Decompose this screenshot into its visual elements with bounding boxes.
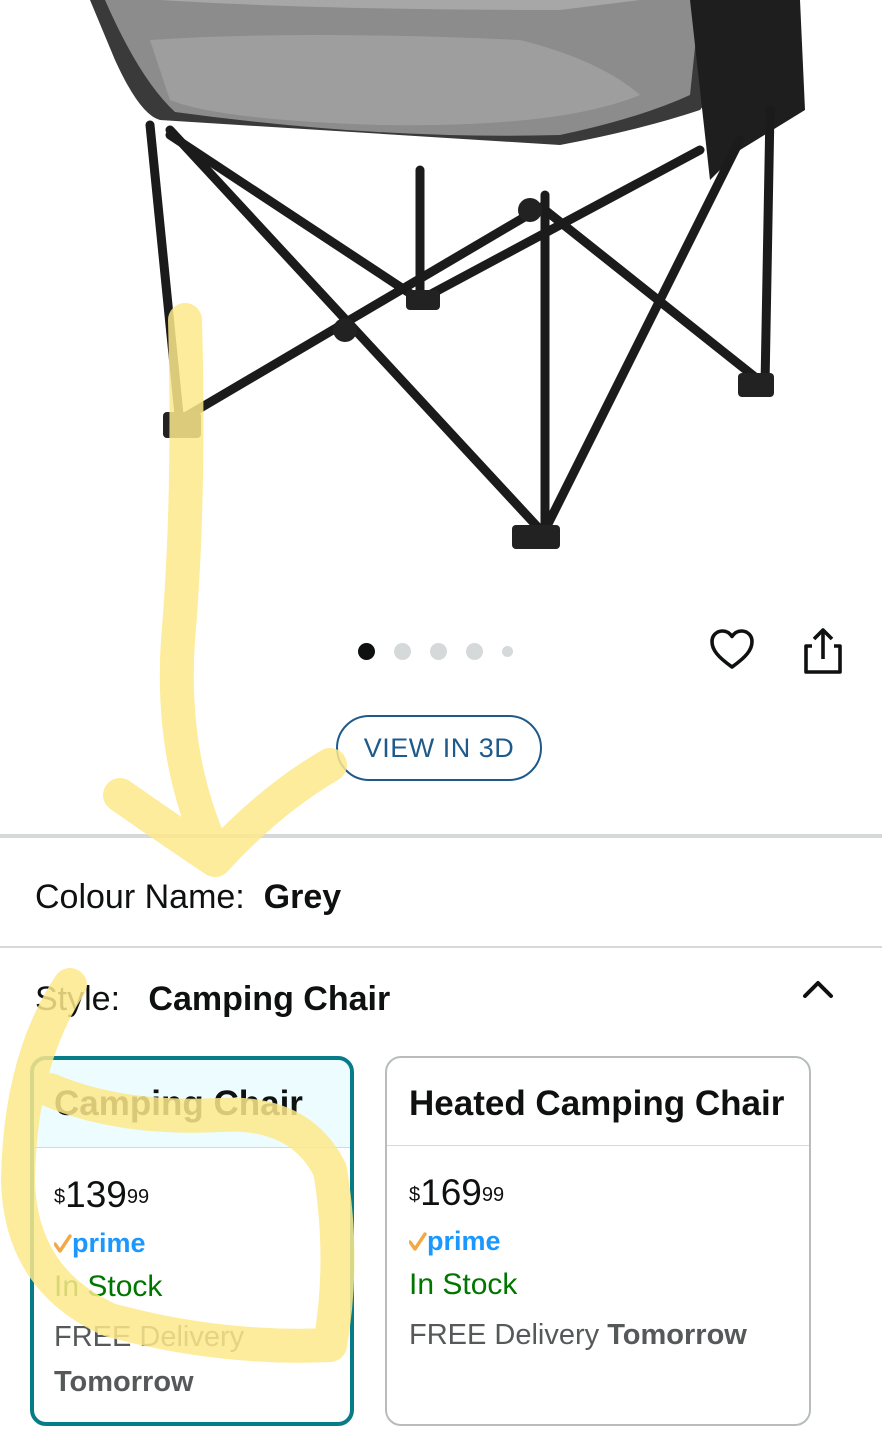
share-button[interactable] xyxy=(800,626,846,676)
price-fraction: 99 xyxy=(481,1184,505,1206)
product-image[interactable] xyxy=(0,0,882,620)
share-icon xyxy=(804,628,842,674)
style-option-card-camping-chair[interactable]: Camping Chair $13999 prime In Stock FREE… xyxy=(30,1056,354,1426)
delivery-day: Tomorrow xyxy=(607,1319,747,1351)
delivery-day: Tomorrow xyxy=(54,1366,194,1398)
price-whole: 169 xyxy=(420,1172,482,1213)
colour-label: Colour Name: xyxy=(35,878,245,916)
price-whole: 139 xyxy=(65,1174,127,1215)
collapse-style-button[interactable] xyxy=(800,975,836,1008)
prime-badge: prime xyxy=(53,1228,350,1260)
stock-status: In Stock xyxy=(409,1268,518,1301)
style-row[interactable]: Style: Camping Chair xyxy=(35,980,390,1019)
delivery-text: FREE Delivery xyxy=(54,1321,245,1353)
carousel-dot[interactable] xyxy=(502,645,513,657)
delivery-info: FREE Delivery Tomorrow xyxy=(409,1313,809,1358)
prime-check-icon xyxy=(408,1232,427,1251)
prime-text: prime xyxy=(427,1228,501,1256)
price-currency: $ xyxy=(409,1184,421,1206)
style-option-card-heated-camping-chair[interactable]: Heated Camping Chair $16999 prime In Sto… xyxy=(385,1056,811,1426)
price-currency: $ xyxy=(54,1186,66,1208)
prime-text: prime xyxy=(72,1230,146,1258)
prime-check-icon xyxy=(53,1234,72,1253)
carousel-dot[interactable] xyxy=(466,642,483,660)
view-in-3d-button[interactable]: VIEW IN 3D xyxy=(336,715,542,781)
style-label: Style: xyxy=(35,980,121,1018)
wishlist-button[interactable] xyxy=(708,626,756,674)
delivery-text: FREE Delivery xyxy=(409,1319,600,1351)
colour-row: Colour Name: Grey xyxy=(35,878,341,917)
option-title: Heated Camping Chair xyxy=(387,1058,809,1146)
image-carousel-dots xyxy=(358,641,532,661)
carousel-dot[interactable] xyxy=(358,642,375,660)
colour-value: Grey xyxy=(263,878,342,916)
stock-status: In Stock xyxy=(54,1270,163,1303)
prime-badge: prime xyxy=(408,1226,809,1258)
heart-icon xyxy=(710,629,754,669)
carousel-dot[interactable] xyxy=(394,642,411,660)
option-price: $13999 xyxy=(54,1176,350,1214)
price-fraction: 99 xyxy=(126,1186,150,1208)
section-divider xyxy=(0,946,882,948)
chevron-up-icon xyxy=(803,981,833,998)
section-divider xyxy=(0,834,882,838)
option-title: Camping Chair xyxy=(34,1060,350,1148)
option-price: $16999 xyxy=(409,1174,809,1212)
style-value: Camping Chair xyxy=(148,980,391,1018)
delivery-info: FREE Delivery Tomorrow xyxy=(54,1315,350,1405)
carousel-dot[interactable] xyxy=(430,642,447,660)
